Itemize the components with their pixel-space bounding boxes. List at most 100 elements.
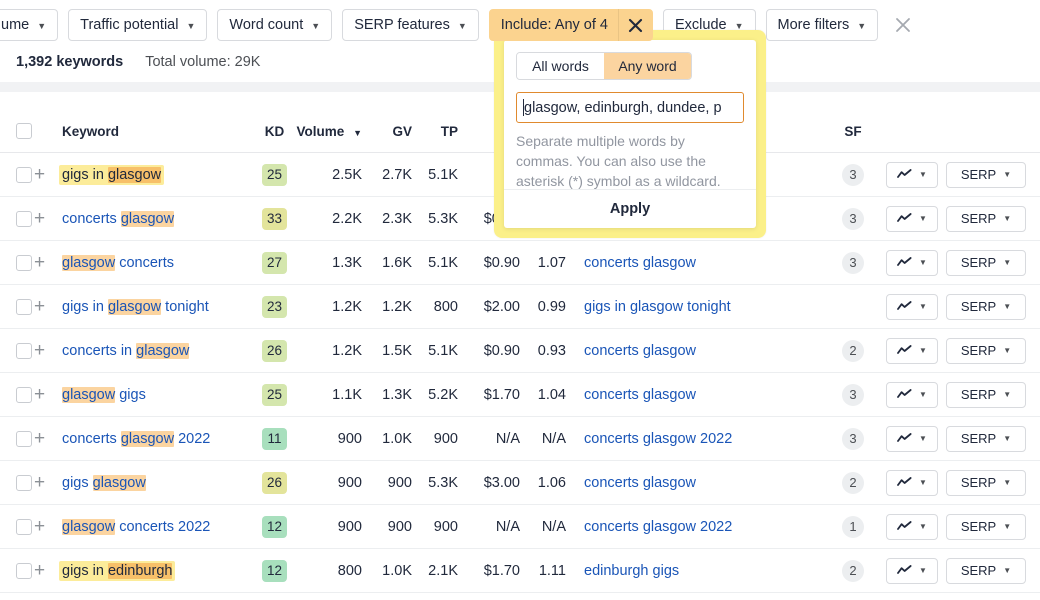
table-row[interactable]: +concerts glasgow 2022119001.0K900N/AN/A… <box>0 417 1040 461</box>
trend-chart-button[interactable]: ▼ <box>886 426 938 452</box>
table-row[interactable]: +gigs in edinburgh128001.0K2.1K$1.701.11… <box>0 549 1040 593</box>
trend-chart-button[interactable]: ▼ <box>886 382 938 408</box>
chevron-down-icon: ▼ <box>919 214 927 223</box>
plus-icon[interactable]: + <box>34 560 45 581</box>
row-checkbox[interactable] <box>16 211 32 227</box>
filter-button-include[interactable]: Include: Any of 4 <box>489 9 653 41</box>
line-chart-icon <box>897 213 912 224</box>
serp-button[interactable]: SERP▼ <box>946 426 1026 452</box>
plus-icon[interactable]: + <box>34 296 45 317</box>
cpc-cell: $0.90 <box>466 329 528 373</box>
keyword-link[interactable]: gigs in glasgow <box>59 165 164 185</box>
cpc-cell: N/A <box>466 417 528 461</box>
parent-topic-link[interactable]: concerts glasgow <box>584 387 696 403</box>
serp-button[interactable]: SERP▼ <box>946 514 1026 540</box>
row-checkbox[interactable] <box>16 475 32 491</box>
select-all-checkbox[interactable] <box>16 123 32 139</box>
plus-icon[interactable]: + <box>34 340 45 361</box>
plus-icon[interactable]: + <box>34 164 45 185</box>
row-checkbox[interactable] <box>16 255 32 271</box>
serp-button[interactable]: SERP▼ <box>946 250 1026 276</box>
trend-chart-button[interactable]: ▼ <box>886 514 938 540</box>
row-checkbox[interactable] <box>16 431 32 447</box>
plus-icon[interactable]: + <box>34 472 45 493</box>
trend-chart-button[interactable]: ▼ <box>886 338 938 364</box>
row-checkbox[interactable] <box>16 343 32 359</box>
keyword-link[interactable]: glasgow concerts <box>62 255 174 271</box>
table-row[interactable]: +glasgow gigs251.1K1.3K5.2K$1.701.04conc… <box>0 373 1040 417</box>
filter-button-traffic-potential[interactable]: Traffic potential ▼ <box>68 9 207 41</box>
trend-chart-button[interactable]: ▼ <box>886 206 938 232</box>
add-to-list-cell: + <box>34 505 56 549</box>
filter-button-more-filters[interactable]: More filters ▼ <box>766 9 879 41</box>
tp-cell: 900 <box>418 505 466 549</box>
parent-topic-link[interactable]: concerts glasgow <box>584 343 696 359</box>
row-select-cell <box>0 329 34 373</box>
column-header-gv[interactable]: GV <box>370 123 418 153</box>
filter-button-word-count[interactable]: Word count ▼ <box>217 9 332 41</box>
row-checkbox[interactable] <box>16 519 32 535</box>
tab-all-words[interactable]: All words <box>517 53 604 79</box>
serp-button[interactable]: SERP▼ <box>946 162 1026 188</box>
chevron-down-icon: ▼ <box>458 22 467 31</box>
serp-button-label: SERP <box>961 167 996 182</box>
serp-button[interactable]: SERP▼ <box>946 558 1026 584</box>
chevron-down-icon: ▼ <box>37 22 46 31</box>
table-row[interactable]: +gigs in glasgow tonight231.2K1.2K800$2.… <box>0 285 1040 329</box>
trend-chart-button[interactable]: ▼ <box>886 558 938 584</box>
keyword-link[interactable]: gigs glasgow <box>62 475 146 491</box>
table-row[interactable]: +glasgow concerts 202212900900900N/AN/Ac… <box>0 505 1040 549</box>
trend-chart-button[interactable]: ▼ <box>886 470 938 496</box>
plus-icon[interactable]: + <box>34 208 45 229</box>
row-checkbox[interactable] <box>16 387 32 403</box>
keyword-link[interactable]: glasgow gigs <box>62 387 146 403</box>
row-checkbox[interactable] <box>16 563 32 579</box>
column-header-keyword[interactable]: Keyword <box>56 123 253 153</box>
keyword-link[interactable]: concerts glasgow 2022 <box>62 431 210 447</box>
serp-button[interactable]: SERP▼ <box>946 206 1026 232</box>
parent-topic-link[interactable]: concerts glasgow 2022 <box>584 431 732 447</box>
keyword-link[interactable]: gigs in glasgow tonight <box>62 299 209 315</box>
parent-topic-link[interactable]: concerts glasgow <box>584 255 696 271</box>
clear-all-filters-button[interactable] <box>892 14 914 36</box>
column-header-sf[interactable]: SF <box>826 123 880 153</box>
trend-chart-button[interactable]: ▼ <box>886 294 938 320</box>
apply-button[interactable]: Apply <box>504 190 756 228</box>
row-checkbox[interactable] <box>16 167 32 183</box>
cps-cell: 1.11 <box>528 549 576 593</box>
trend-chart-button[interactable]: ▼ <box>886 250 938 276</box>
column-header-volume[interactable]: Volume ▼ <box>297 123 370 153</box>
table-row[interactable]: +gigs glasgow269009005.3K$3.001.06concer… <box>0 461 1040 505</box>
keyword-text: concerts in <box>62 343 136 359</box>
serp-button[interactable]: SERP▼ <box>946 294 1026 320</box>
keyword-link[interactable]: concerts glasgow <box>62 211 174 227</box>
keyword-link[interactable]: concerts in glasgow <box>62 343 189 359</box>
trend-chart-button[interactable]: ▼ <box>886 162 938 188</box>
keyword-link[interactable]: glasgow concerts 2022 <box>62 519 210 535</box>
serp-button[interactable]: SERP▼ <box>946 338 1026 364</box>
column-header-tp[interactable]: TP <box>418 123 466 153</box>
remove-include-filter-button[interactable] <box>618 9 652 41</box>
parent-topic-link[interactable]: concerts glasgow <box>584 475 696 491</box>
plus-icon[interactable]: + <box>34 252 45 273</box>
parent-topic-link[interactable]: concerts glasgow 2022 <box>584 519 732 535</box>
table-row[interactable]: +concerts in glasgow261.2K1.5K5.1K$0.900… <box>0 329 1040 373</box>
serp-button[interactable]: SERP▼ <box>946 470 1026 496</box>
filter-button-serp-features[interactable]: SERP features ▼ <box>342 9 479 41</box>
plus-icon[interactable]: + <box>34 428 45 449</box>
table-row[interactable]: +glasgow concerts271.3K1.6K5.1K$0.901.07… <box>0 241 1040 285</box>
serp-button[interactable]: SERP▼ <box>946 382 1026 408</box>
column-header-kd[interactable]: KD <box>253 123 297 153</box>
filter-button-volume[interactable]: ume ▼ <box>0 9 58 41</box>
plus-icon[interactable]: + <box>34 384 45 405</box>
keyword-link[interactable]: gigs in edinburgh <box>59 561 175 581</box>
plus-icon[interactable]: + <box>34 516 45 537</box>
cps-cell: 1.04 <box>528 373 576 417</box>
add-to-list-cell: + <box>34 329 56 373</box>
add-to-list-cell: + <box>34 373 56 417</box>
include-words-input[interactable]: glasgow, edinburgh, dundee, p <box>516 92 744 123</box>
tab-any-word[interactable]: Any word <box>604 53 691 79</box>
row-checkbox[interactable] <box>16 299 32 315</box>
parent-topic-link[interactable]: edinburgh gigs <box>584 563 679 579</box>
parent-topic-link[interactable]: gigs in glasgow tonight <box>584 299 731 315</box>
